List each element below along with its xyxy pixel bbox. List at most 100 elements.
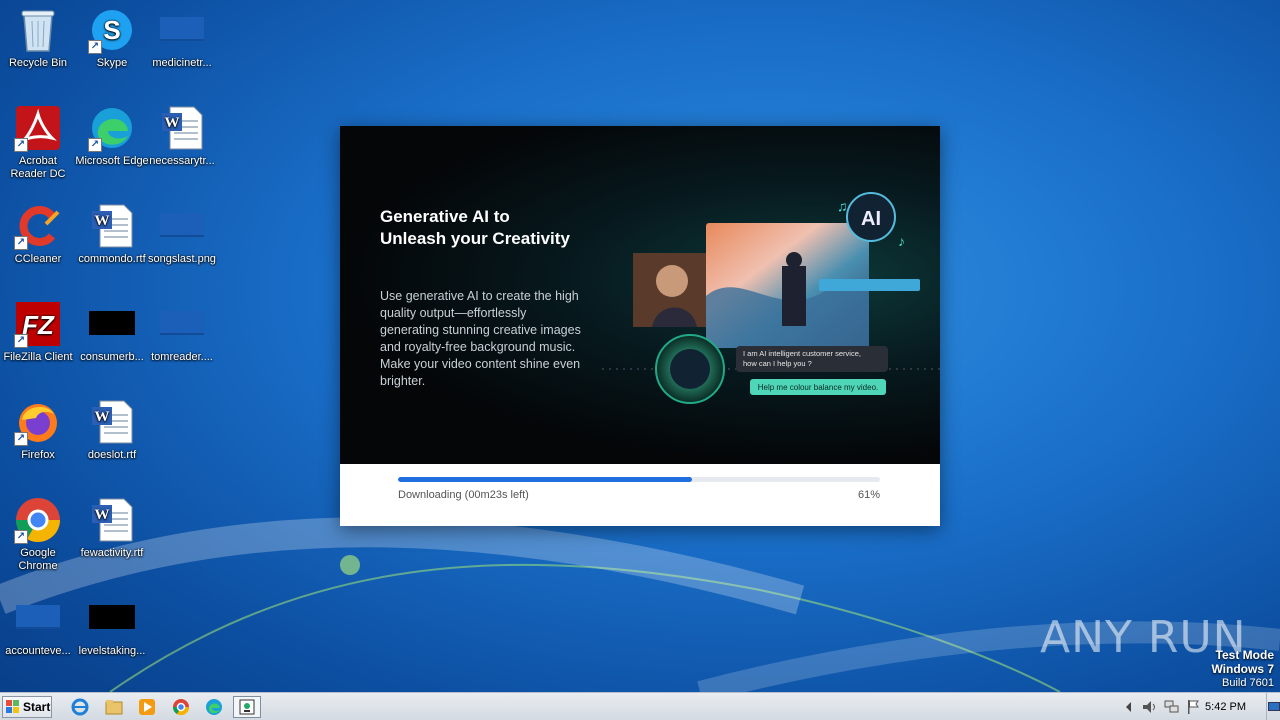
- recycle-bin-icon: [14, 6, 62, 54]
- progress-bar: [398, 477, 880, 482]
- promo-banner: Generative AI to Unleash your Creativity…: [340, 126, 940, 464]
- svg-text:W: W: [95, 507, 110, 523]
- desktop-icon-filezilla[interactable]: FZ ↗ FileZilla Client: [0, 300, 76, 390]
- shortcut-arrow-icon: ↗: [14, 236, 28, 250]
- desktop-icon-ccleaner[interactable]: ↗ CCleaner: [0, 202, 76, 292]
- test-mode-notice: Test Mode Windows 7 Build 7601: [1211, 648, 1274, 690]
- volume-icon[interactable]: [1142, 700, 1158, 714]
- system-tray: 5:42 PM: [1120, 693, 1280, 720]
- desktop-icon-acrobat[interactable]: ↗ Acrobat Reader DC: [0, 104, 76, 194]
- desktop-icon-recycle-bin[interactable]: Recycle Bin: [0, 6, 76, 96]
- installer-window: Generative AI to Unleash your Creativity…: [340, 126, 940, 526]
- desktop-icon-label: Acrobat Reader DC: [10, 155, 66, 180]
- desktop-icon-blank-file[interactable]: tomreader....: [144, 300, 220, 390]
- promo-artwork: AI ♫ ♪ I am AI intelligent customer serv…: [602, 192, 940, 404]
- ai-badge: AI: [861, 208, 881, 230]
- desktop-icon-label: commondo.rtf: [78, 253, 146, 265]
- desktop-icon-label: levelstaking...: [78, 645, 146, 657]
- desktop-icon-word-doc[interactable]: Wfewactivity.rtf: [74, 496, 150, 586]
- progress-bar-fill: [398, 477, 693, 482]
- taskbar: Start 5:42 PM: [0, 692, 1280, 720]
- edge-icon[interactable]: [200, 696, 228, 718]
- os-build: Build 7601: [1222, 677, 1274, 689]
- skype-icon: S ↗: [88, 6, 136, 54]
- shortcut-arrow-icon: ↗: [88, 40, 102, 54]
- desktop-icon-label: Microsoft Edge: [75, 155, 149, 167]
- installer-app-icon[interactable]: [233, 696, 261, 718]
- action-center-flag-icon[interactable]: [1186, 699, 1200, 715]
- blank-file-icon: [14, 594, 62, 642]
- word-doc-icon: W: [158, 104, 206, 152]
- shortcut-arrow-icon: ↗: [14, 530, 28, 544]
- show-desktop-button[interactable]: [1266, 693, 1280, 720]
- desktop-icon-label: fewactivity.rtf: [80, 547, 144, 559]
- desktop-icon-label: CCleaner: [14, 253, 62, 265]
- ccleaner-icon: ↗: [14, 202, 62, 250]
- black-thumbnail-icon: [88, 594, 136, 642]
- desktop-icon-label: doeslot.rtf: [87, 449, 137, 461]
- start-label: Start: [23, 700, 51, 714]
- download-status: Downloading (00m23s left): [398, 489, 529, 501]
- word-doc-icon: W: [88, 398, 136, 446]
- chrome-icon[interactable]: [167, 696, 195, 718]
- word-doc-icon: W: [88, 202, 136, 250]
- desktop-icon-label: Skype: [96, 57, 128, 69]
- desktop-icon-label: Recycle Bin: [8, 57, 68, 69]
- desktop-icon-firefox[interactable]: ↗ Firefox: [0, 398, 76, 488]
- desktop-icon-label: FileZilla Client: [3, 351, 73, 363]
- desktop-icon-label: Firefox: [21, 449, 55, 461]
- svg-text:♫: ♫: [837, 198, 848, 214]
- filezilla-icon: FZ ↗: [14, 300, 62, 348]
- desktop-icon-label: songslast.png: [148, 253, 216, 265]
- windows-logo-icon: [6, 700, 19, 713]
- network-icon[interactable]: [1164, 700, 1180, 714]
- edit-toolbar: [819, 279, 920, 291]
- clock[interactable]: 5:42 PM: [1205, 701, 1246, 713]
- blank-file-icon: [158, 6, 206, 54]
- desktop-icon-black-thumbnail[interactable]: consumerb...: [74, 300, 150, 390]
- ie-icon[interactable]: [66, 696, 94, 718]
- edge-icon: ↗: [88, 104, 136, 152]
- shortcut-arrow-icon: ↗: [88, 138, 102, 152]
- blank-file-icon: [158, 202, 206, 250]
- promo-description: Use generative AI to create the high qua…: [380, 289, 581, 388]
- shortcut-arrow-icon: ↗: [14, 334, 28, 348]
- shortcut-arrow-icon: ↗: [14, 138, 28, 152]
- explorer-icon[interactable]: [100, 696, 128, 718]
- desktop-icon-word-doc[interactable]: Wcommondo.rtf: [74, 202, 150, 292]
- svg-text:S: S: [103, 15, 120, 45]
- svg-text:W: W: [95, 213, 110, 229]
- desktop-icon-label: accounteve...: [5, 645, 71, 657]
- shortcut-arrow-icon: ↗: [14, 432, 28, 446]
- download-percent: 61%: [857, 489, 880, 501]
- desktop-icon-label: tomreader....: [151, 351, 213, 363]
- promo-headline: Generative AI to Unleash your Creativity: [380, 207, 570, 248]
- word-doc-icon: W: [88, 496, 136, 544]
- desktop-icon-word-doc[interactable]: Wnecessarytr...: [144, 104, 220, 194]
- desktop-icon-edge[interactable]: ↗ Microsoft Edge: [74, 104, 150, 194]
- download-progress-panel: Downloading (00m23s left) 61%: [340, 464, 940, 526]
- media-player-icon[interactable]: [133, 696, 161, 718]
- desktop-icon-word-doc[interactable]: Wdoeslot.rtf: [74, 398, 150, 488]
- desktop-icon-blank-file[interactable]: songslast.png: [144, 202, 220, 292]
- desktop-icon-skype[interactable]: S ↗ Skype: [74, 6, 150, 96]
- svg-text:W: W: [95, 409, 110, 425]
- svg-text:W: W: [165, 115, 180, 131]
- desktop-preview-icon: [1268, 702, 1280, 711]
- svg-text:♪: ♪: [898, 233, 905, 249]
- chrome-icon: ↗: [14, 496, 62, 544]
- desktop-icon-label: Google Chrome: [18, 547, 58, 572]
- os-version: Windows 7: [1211, 662, 1274, 676]
- black-thumbnail-icon: [88, 300, 136, 348]
- test-mode-label: Test Mode: [1215, 648, 1274, 662]
- desktop-icon-label: necessarytr...: [149, 155, 215, 167]
- start-button[interactable]: Start: [2, 696, 52, 718]
- desktop-icon-label: medicinetr...: [152, 57, 212, 69]
- acrobat-icon: ↗: [14, 104, 62, 152]
- tray-expand-icon[interactable]: [1124, 700, 1134, 714]
- desktop-icon-blank-file[interactable]: medicinetr...: [144, 6, 220, 96]
- chat-user-text: Help me colour balance my video.: [758, 383, 879, 392]
- desktop-icon-black-thumbnail[interactable]: levelstaking...: [74, 594, 150, 684]
- desktop-icon-blank-file[interactable]: accounteve...: [0, 594, 76, 684]
- desktop-icon-chrome[interactable]: ↗ Google Chrome: [0, 496, 76, 586]
